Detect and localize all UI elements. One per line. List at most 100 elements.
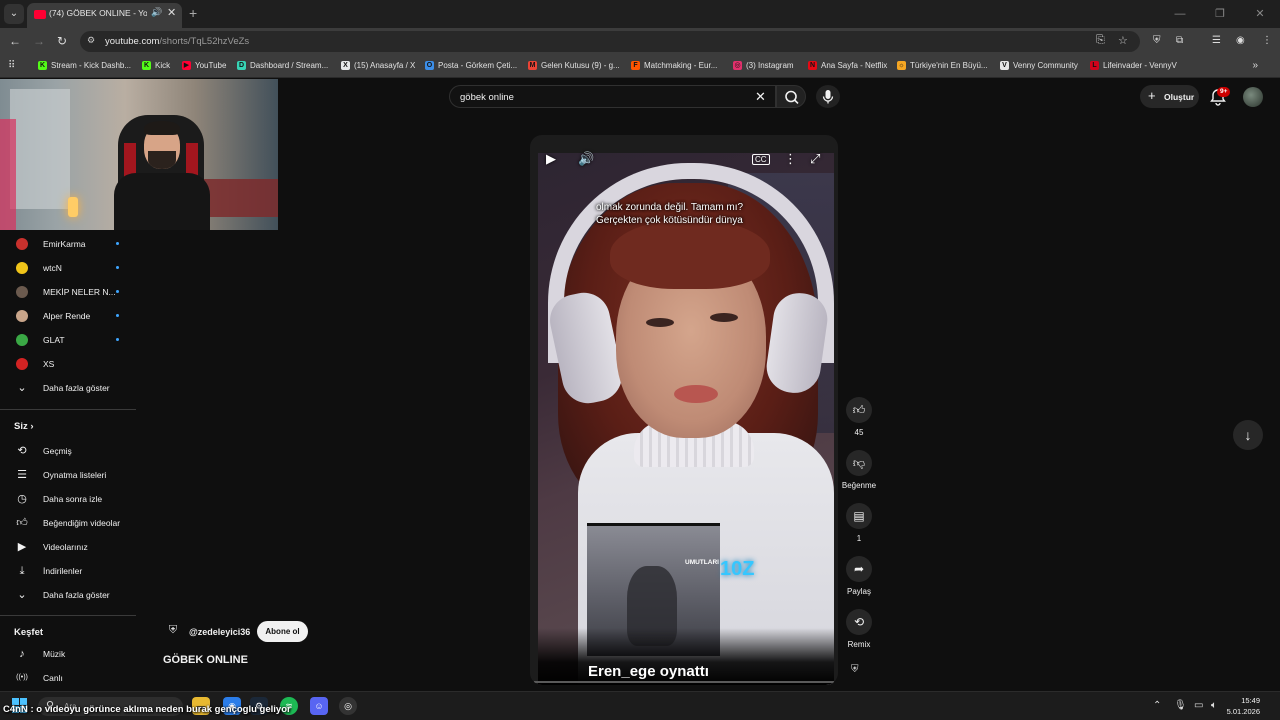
bookmark-item[interactable]: ☼ Türkiye'nin En Büyü... <box>897 61 988 70</box>
bookmark-label: Kick <box>155 61 171 70</box>
sidebar-subscription-item[interactable]: MEKİP NELER N... <box>0 280 135 304</box>
bookmark-item[interactable]: ▶ YouTube <box>182 61 226 70</box>
browser-menu-icon[interactable]: ⋮ <box>1262 35 1272 46</box>
url-text[interactable]: youtube.com/shorts/TqL52hzVeZs <box>105 36 249 47</box>
new-content-dot <box>116 290 119 293</box>
install-app-icon[interactable]: ⎘ <box>1096 34 1105 47</box>
create-button[interactable]: + Oluştur <box>1140 85 1199 108</box>
search-input[interactable]: göbek online <box>460 92 514 103</box>
tab-audio-icon[interactable]: 🔊 <box>151 7 162 18</box>
bookmark-item[interactable]: L Lifeinvader - VennyV <box>1090 61 1177 70</box>
tray-overflow-icon[interactable]: ⌃ <box>1153 700 1161 711</box>
bookmark-item[interactable]: K Kick <box>142 61 170 70</box>
bookmark-item[interactable]: K Stream - Kick Dashb... <box>38 61 131 70</box>
bookmark-label: Venny Community <box>1013 61 1078 70</box>
clear-search-icon[interactable]: ✕ <box>755 89 766 105</box>
video-frame[interactable]: olmak zorunda değil. Tamam mı? Gerçekten… <box>538 153 834 685</box>
channel-handle[interactable]: @zedeleyici36 <box>189 627 250 637</box>
account-avatar[interactable] <box>1243 87 1263 107</box>
bookmarks-overflow-icon[interactable]: » <box>1252 60 1258 71</box>
shorts-player[interactable]: olmak zorunda değil. Tamam mı? Gerçekten… <box>530 135 838 685</box>
watch-later-icon: ◷ <box>17 493 27 505</box>
next-short-button[interactable]: ↓ <box>1233 420 1263 450</box>
browser-toolbar: ← → ↻ ⚙ youtube.com/shorts/TqL52hzVeZs ⎘… <box>0 28 1280 55</box>
obs-icon[interactable]: ◎ <box>339 697 357 715</box>
sidebar-item[interactable]: ◷ Daha sonra izle <box>0 487 135 511</box>
bookmark-item[interactable]: V Venny Community <box>1000 61 1078 70</box>
minimize-button[interactable]: — <box>1160 0 1200 28</box>
share-button[interactable]: ➦ Paylaş <box>845 556 873 596</box>
sidebar-subscription-item[interactable]: GLAT <box>0 328 135 352</box>
reload-button[interactable]: ↻ <box>57 34 67 48</box>
voice-search-button[interactable] <box>816 85 840 108</box>
browser-tab-active[interactable]: (74) GÖBEK ONLINE - YouTube 🔊 ✕ <box>27 3 182 28</box>
sidebar-item[interactable]: ▶ Videolarınız <box>0 535 135 559</box>
you-show-more[interactable]: ⌄ Daha fazla göster <box>0 583 135 607</box>
sidebar-item-label: Oynatma listeleri <box>43 470 107 480</box>
bookmark-item[interactable]: X (15) Anasayfa / X <box>341 61 415 70</box>
playlists-icon: ☰ <box>17 469 27 481</box>
comments-button[interactable]: ▤ 1 <box>845 503 873 543</box>
dislike-button[interactable]: 👎︎ Beğenme <box>842 450 876 490</box>
fullscreen-icon[interactable]: ⤢ <box>810 151 820 167</box>
extension-shield-icon[interactable]: ⛨ <box>1153 35 1161 46</box>
discord-icon[interactable]: ☺ <box>310 697 328 715</box>
comment-count: 1 <box>856 534 862 543</box>
sidebar-subscription-item[interactable]: EmirKarma <box>0 232 135 256</box>
sidebar-subscription-item[interactable]: wtcN <box>0 256 135 280</box>
play-icon[interactable]: ▶ <box>546 151 556 167</box>
sidebar-item[interactable]: ((•)) Canlı <box>0 666 135 690</box>
maximize-button[interactable]: ❐ <box>1200 0 1240 28</box>
bookmark-item[interactable]: O Posta - Görkem Çeti... <box>425 61 517 70</box>
bookmark-item[interactable]: N Ana Sayfa - Netflix <box>808 61 887 70</box>
search-box[interactable]: göbek online ✕ <box>449 85 776 108</box>
microphone-icon <box>822 90 834 104</box>
address-bar[interactable]: ⚙ youtube.com/shorts/TqL52hzVeZs ⎘ ☆ <box>80 31 1140 52</box>
tab-search-menu-button[interactable]: ⌄ <box>4 4 24 24</box>
sidebar-item[interactable]: ⤓ İndirilenler <box>0 559 135 583</box>
bookmark-star-icon[interactable]: ☆ <box>1118 34 1128 47</box>
channel-logo-icon[interactable]: ⛨ <box>851 664 867 680</box>
close-window-button[interactable]: ✕ <box>1240 0 1280 28</box>
extensions-puzzle-icon[interactable]: ⧉ <box>1176 35 1183 46</box>
clock-date: 5.01.2026 <box>1226 707 1260 716</box>
volume-icon[interactable]: 🔊 <box>578 151 594 167</box>
sidebar-item-label: Müzik <box>43 649 66 659</box>
apps-grid-icon[interactable]: ⠿ <box>8 60 15 71</box>
sidebar-item[interactable]: 👍︎ Beğendiğim videolar <box>0 511 135 535</box>
video-progress-bar[interactable] <box>534 681 834 683</box>
search-button[interactable] <box>776 85 806 108</box>
microphone-tray-icon[interactable]: 🎙︎ <box>1174 700 1187 711</box>
captions-cc-icon[interactable]: CC <box>752 154 770 165</box>
channel-avatar-icon[interactable]: ⛨ <box>165 624 181 640</box>
network-icon[interactable]: ▭ <box>1194 700 1203 711</box>
speaker-icon[interactable]: 🔈︎ <box>1211 700 1217 711</box>
bookmark-item[interactable]: ◎ (3) Instagram <box>733 61 794 70</box>
sidebar-item[interactable]: ☰ Oynatma listeleri <box>0 463 135 487</box>
sidebar-subscription-item[interactable]: XS <box>0 352 135 376</box>
bookmark-item[interactable]: F Matchmaking - Eur... <box>631 61 717 70</box>
you-section-header[interactable]: Siz › <box>14 421 34 432</box>
channel-avatar <box>16 286 28 298</box>
bookmark-favicon-icon: D <box>237 61 246 70</box>
tab-close-icon[interactable]: ✕ <box>167 6 176 19</box>
live-icon: ((•)) <box>16 674 28 681</box>
sidebar-item[interactable]: ⟲ Geçmiş <box>0 439 135 463</box>
forward-button[interactable]: → <box>33 34 45 48</box>
remix-button[interactable]: ⟲ Remix <box>845 609 873 649</box>
bookmark-item[interactable]: M Gelen Kutusu (9) - g... <box>528 61 620 70</box>
subscriptions-show-more[interactable]: ⌄ Daha fazla göster <box>0 376 135 400</box>
sidebar-item[interactable]: ♪ Müzik <box>0 642 135 666</box>
more-options-icon[interactable]: ⋮ <box>784 151 797 167</box>
bookmark-item[interactable]: D Dashboard / Stream... <box>237 61 328 70</box>
new-tab-button[interactable]: + <box>189 5 197 21</box>
like-button[interactable]: 👍︎ 45 <box>845 397 873 437</box>
back-button[interactable]: ← <box>9 34 21 48</box>
subscribe-button[interactable]: Abone ol <box>257 621 308 642</box>
site-info-icon[interactable]: ⚙ <box>87 35 95 46</box>
sidebar-subscription-item[interactable]: Alper Rende <box>0 304 135 328</box>
comment-icon: ▤ <box>846 503 872 529</box>
profile-icon[interactable]: ◉ <box>1236 35 1245 46</box>
system-clock[interactable]: 15:49 5.01.2026 <box>1227 695 1260 717</box>
reading-list-icon[interactable]: ☰ <box>1212 35 1221 46</box>
